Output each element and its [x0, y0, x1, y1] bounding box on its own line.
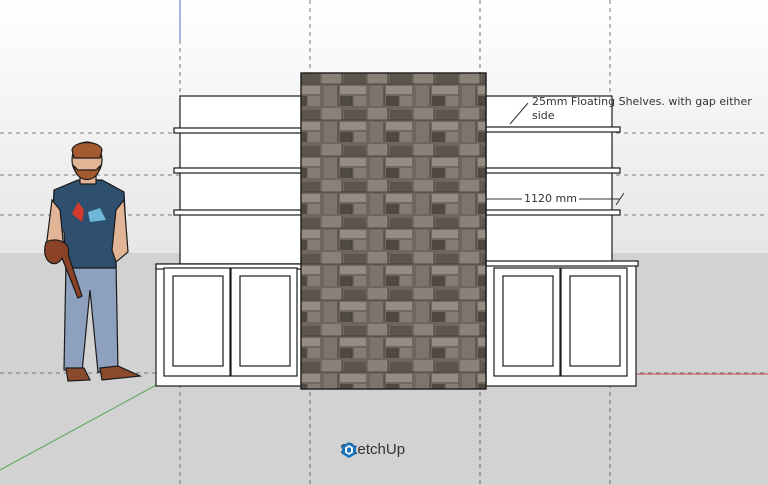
left-base-cabinet [155, 263, 303, 387]
modeling-viewport[interactable]: 25mm Floating Shelves. with gap either s… [0, 0, 768, 485]
stone-chimney [300, 72, 487, 390]
shelf-annotation-line1[interactable]: 25mm Floating Shelves. with gap either [532, 96, 752, 108]
left-shelving-unit [173, 95, 303, 265]
sketchup-logo: SketchUp [340, 441, 405, 458]
sketchup-logo-icon [342, 442, 356, 458]
dimension-label[interactable]: 1120 mm [522, 193, 579, 205]
right-base-cabinet [485, 260, 639, 387]
scene-canvas[interactable] [0, 0, 768, 485]
shelf-annotation-line2[interactable]: side [532, 110, 555, 122]
